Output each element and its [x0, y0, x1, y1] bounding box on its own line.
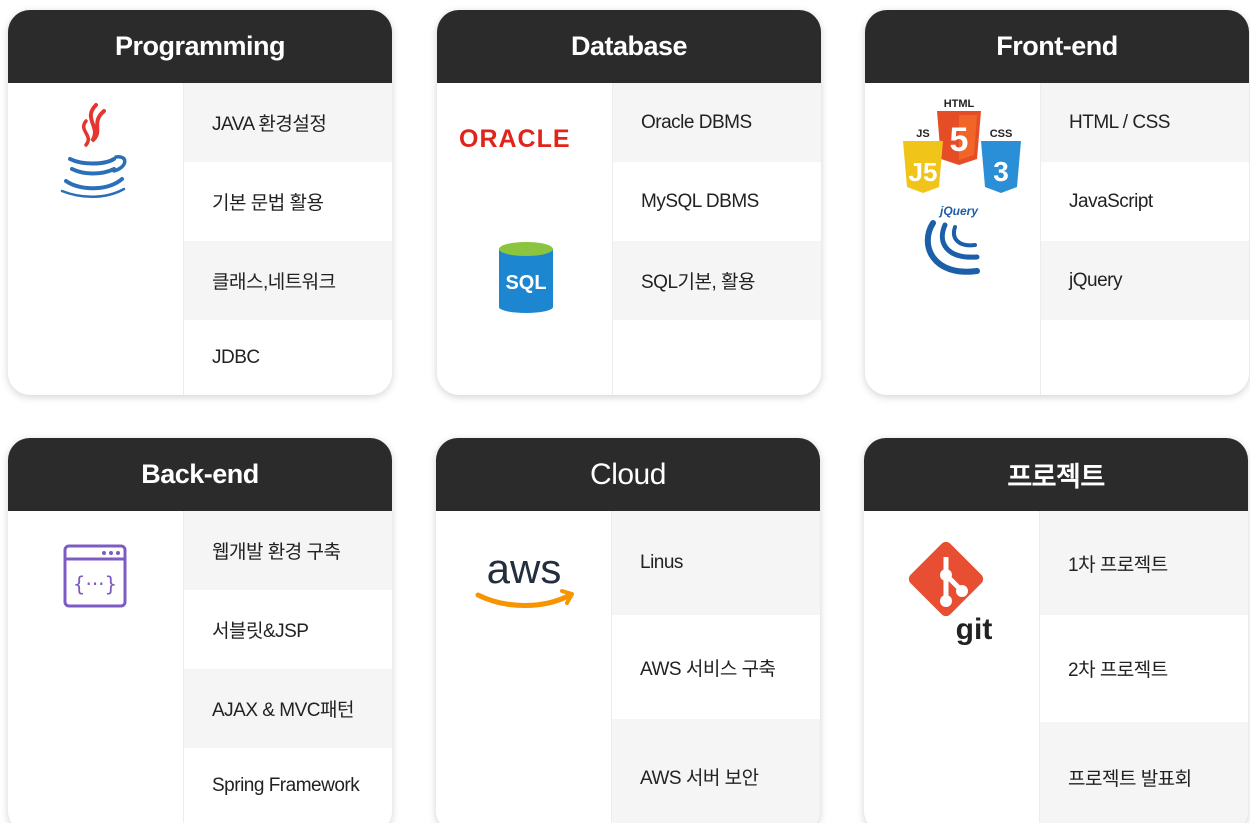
list-item: JavaScript [1041, 162, 1249, 241]
jquery-label: jQuery [938, 204, 979, 218]
list-item: Linus [612, 511, 820, 615]
list-item [613, 320, 821, 395]
card-programming: Programming JAVA 환경설정 기본 문법 활용 클래스,네트워크 … [8, 10, 392, 395]
card-cloud: Cloud aws Linus AWS 서비스 구축 AWS 서버 보안 [436, 438, 820, 823]
list-item: Spring Framework [184, 748, 392, 823]
list-item: HTML / CSS [1041, 83, 1249, 162]
list-item: AJAX & MVC패턴 [184, 669, 392, 748]
list-item: AWS 서비스 구축 [612, 615, 820, 719]
item-list: Linus AWS 서비스 구축 AWS 서버 보안 [612, 511, 820, 823]
list-item: 프로젝트 발표회 [1040, 722, 1248, 823]
card-title: Back-end [8, 438, 392, 511]
card-database: Database ORACLE SQL Oracle DBMS MySQL DB… [437, 10, 821, 395]
item-list: Oracle DBMS MySQL DBMS SQL기본, 활용 [613, 83, 821, 395]
svg-text:5: 5 [950, 121, 969, 159]
list-item: jQuery [1041, 241, 1249, 320]
list-item: 1차 프로젝트 [1040, 511, 1248, 615]
list-item: SQL기본, 활용 [613, 241, 821, 320]
item-list: HTML / CSS JavaScript jQuery [1041, 83, 1249, 395]
card-title: Programming [8, 10, 392, 83]
list-item: JAVA 환경설정 [184, 83, 392, 162]
svg-text:3: 3 [993, 156, 1009, 187]
aws-label: aws [487, 545, 562, 592]
logo-column: git [864, 511, 1040, 823]
list-item: MySQL DBMS [613, 162, 821, 241]
card-frontend: Front-end HTML 5 JS J5 CSS 3 jQuery HTML… [865, 10, 1249, 395]
svg-text:J5: J5 [909, 157, 938, 187]
js-label: JS [916, 128, 929, 140]
git-label: git [956, 613, 993, 646]
card-title: Cloud [436, 438, 820, 511]
item-list: 웹개발 환경 구축 서블릿&JSP AJAX & MVC패턴 Spring Fr… [184, 511, 392, 823]
list-item: Oracle DBMS [613, 83, 821, 162]
logo-column: aws [436, 511, 612, 823]
list-item: 2차 프로젝트 [1040, 615, 1248, 722]
list-item: 기본 문법 활용 [184, 162, 392, 241]
card-backend: Back-end {···} 웹개발 환경 구축 서블릿&JSP AJAX & … [8, 438, 392, 823]
code-window-icon: {···} [63, 544, 127, 608]
list-item: 웹개발 환경 구축 [184, 511, 392, 590]
card-title: 프로젝트 [864, 438, 1248, 511]
list-item [1041, 320, 1249, 395]
logo-column: {···} [8, 511, 184, 823]
sql-label: SQL [505, 272, 546, 294]
svg-text:{···}: {···} [73, 572, 118, 596]
list-item: JDBC [184, 320, 392, 395]
git-icon: git [908, 541, 993, 646]
item-list: 1차 프로젝트 2차 프로젝트 프로젝트 발표회 [1040, 511, 1248, 823]
oracle-logo: ORACLE [459, 125, 571, 153]
aws-logo: aws [475, 545, 574, 608]
card-title: Front-end [865, 10, 1249, 83]
html-label: HTML [944, 98, 975, 110]
css-label: CSS [990, 128, 1013, 140]
logo-column: HTML 5 JS J5 CSS 3 jQuery [865, 83, 1041, 395]
list-item: 클래스,네트워크 [184, 241, 392, 320]
list-item: AWS 서버 보안 [612, 719, 820, 823]
list-item: 서블릿&JSP [184, 590, 392, 669]
java-icon [60, 103, 127, 199]
sql-icon: SQL [499, 242, 553, 313]
frontend-logos: HTML 5 JS J5 CSS 3 jQuery [903, 98, 1021, 275]
logo-column [8, 83, 184, 395]
logo-column: ORACLE SQL [437, 83, 613, 395]
card-title: Database [437, 10, 821, 83]
jquery-icon [924, 220, 980, 275]
card-project: 프로젝트 git 1차 프로젝트 2차 프로젝트 프로젝트 발표회 [864, 438, 1248, 823]
item-list: JAVA 환경설정 기본 문법 활용 클래스,네트워크 JDBC [184, 83, 392, 395]
